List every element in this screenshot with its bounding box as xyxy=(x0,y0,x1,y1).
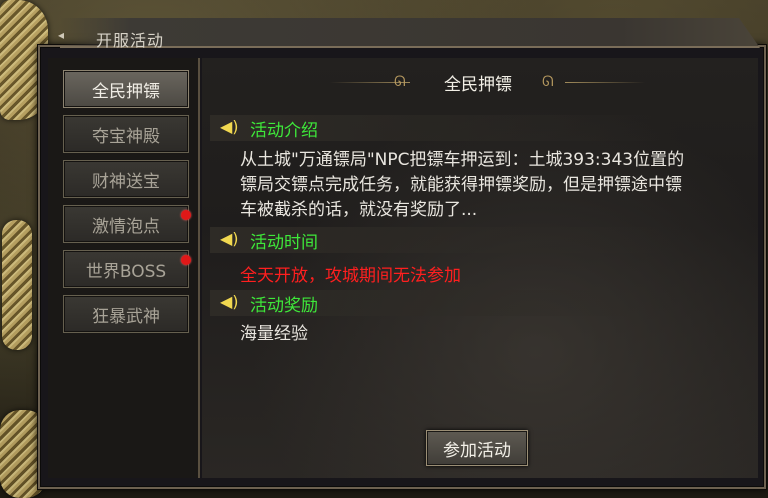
sidebar: 全民押镖 夺宝神殿 财神送宝 激情泡点 世界BOSS 狂暴武神 xyxy=(48,58,200,478)
section-heading-reward: 活动奖励 xyxy=(250,296,318,316)
sidebar-item-berserk-warrior[interactable]: 狂暴武神 xyxy=(63,295,189,333)
sidebar-item-fortune-god[interactable]: 财神送宝 xyxy=(63,160,189,198)
intro-line-3: 车被截杀的话，就没有奖励了... xyxy=(240,200,478,220)
title-divider-right xyxy=(565,82,645,83)
sidebar-item-label: 狂暴武神 xyxy=(92,306,160,327)
sidebar-item-label: 全民押镖 xyxy=(92,81,160,102)
tab-ornament-icon: ◂ xyxy=(58,28,65,42)
dragon-ornament-middle xyxy=(2,220,32,350)
intro-line-1: 从土城"万通镖局"NPC把镖车押运到：土城393:343位置的 xyxy=(240,150,685,170)
join-event-button[interactable]: 参加活动 xyxy=(426,430,528,466)
sidebar-item-national-escort[interactable]: 全民押镖 xyxy=(63,70,189,108)
section-heading-intro: 活动介绍 xyxy=(250,121,318,141)
title-tab xyxy=(60,18,760,48)
sidebar-item-passion-point[interactable]: 激情泡点 xyxy=(63,205,191,243)
section-heading-time: 活动时间 xyxy=(250,233,318,253)
speaker-icon: ◀) xyxy=(220,117,239,136)
sidebar-item-label: 世界BOSS xyxy=(85,261,167,282)
sidebar-item-label: 财神送宝 xyxy=(92,171,160,192)
notification-dot xyxy=(181,255,191,265)
time-warning: 全天开放，攻城期间无法参加 xyxy=(240,266,461,286)
sidebar-item-treasure-temple[interactable]: 夺宝神殿 xyxy=(63,115,189,153)
notification-dot xyxy=(181,210,191,220)
content-title: 全民押镖 xyxy=(444,75,512,95)
reward-text: 海量经验 xyxy=(240,324,308,344)
speaker-icon: ◀) xyxy=(220,229,239,248)
speaker-icon: ◀) xyxy=(220,292,239,311)
join-button-label: 参加活动 xyxy=(443,440,511,461)
sidebar-item-label: 激情泡点 xyxy=(92,216,160,237)
intro-line-2: 镖局交镖点完成任务，就能获得押镖奖励，但是押镖途中镖 xyxy=(240,175,682,195)
window-title: 开服活动 xyxy=(96,31,165,50)
sidebar-item-label: 夺宝神殿 xyxy=(92,126,160,147)
sidebar-item-world-boss[interactable]: 世界BOSS xyxy=(63,250,191,288)
scroll-ornament-icon: ᘏ xyxy=(542,74,554,90)
